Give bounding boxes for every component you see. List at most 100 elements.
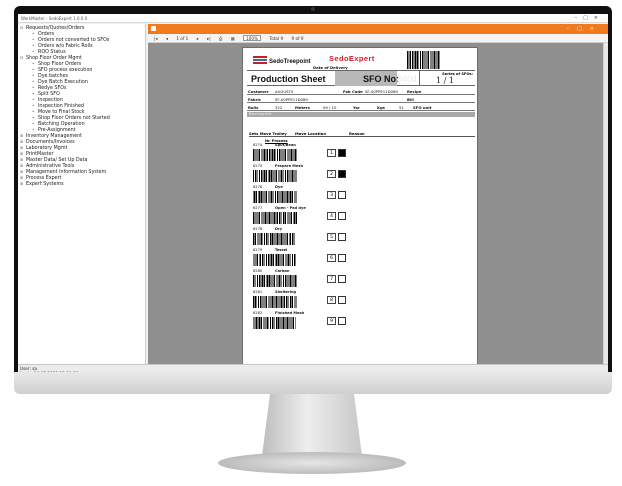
barcode-bar [289,233,290,245]
barcode-bar [285,170,286,182]
process-step: 6275 Prepare Mesh 2 [253,163,473,183]
barcode-bar [255,275,256,287]
first-page-button[interactable]: |◂ [154,36,158,41]
barcode-bar [272,170,273,182]
barcode-bar [407,51,409,69]
barcode-bar [269,212,271,224]
step-index-box: 6 [327,254,336,262]
prev-page-button[interactable]: ◂ [166,36,168,41]
zoom-select[interactable]: 100% [243,35,261,41]
barcode-bar [261,170,263,182]
step-number: 6276 [253,185,263,189]
barcode-bar [290,170,292,182]
step-checkbox[interactable] [338,317,346,325]
barcode-bar [282,149,284,161]
barcode-bar [266,233,268,245]
next-page-button[interactable]: ▸ [197,36,199,41]
step-name: Open - Pad dye [275,206,306,210]
barcode-bar [263,296,265,308]
barcode-bar [257,275,258,287]
barcode-bar [283,170,284,182]
barcode-bar [269,149,271,161]
barcode-bar [285,254,286,266]
brand-logo: SedoTreepoint [253,53,311,71]
barcode-bar [279,212,281,224]
window-controls[interactable]: –□× [575,14,604,23]
col-move: Move Location [295,131,327,136]
step-checkbox[interactable] [338,191,346,199]
barcode-bar [264,149,266,161]
barcode-bar [285,191,287,203]
sfo-value: 2404 [397,74,418,84]
recipe-label: Recipe [407,89,422,94]
customer-label: Customer [248,89,269,94]
barcode-bar [277,275,279,287]
barcode-bar [255,170,257,182]
barcode-bar [430,51,431,69]
barcode-bar [253,149,255,161]
barcode-bar [268,275,270,287]
barcode-bar [256,254,258,266]
step-checkbox[interactable] [338,233,346,241]
vertical-scrollbar[interactable] [603,43,608,364]
barcode-bar [281,170,283,182]
barcode-bar [287,275,288,287]
barcode-bar [262,191,263,203]
tree-item-label: Expert Systems [26,182,64,187]
process-step: 6282 Finished Mesh 9 [253,310,473,330]
brand-left: SedoTreepoint [269,59,311,65]
barcode-bar [273,191,274,203]
barcode-bar [288,254,290,266]
step-checkbox[interactable] [338,254,346,262]
step-name: Split/Bean [275,143,296,147]
barcode-bar [279,275,281,287]
step-barcode [253,296,297,308]
barcode-bar [294,296,295,308]
barcode-bar [270,275,271,287]
step-index-box: 9 [327,317,336,325]
barcode-bar [435,51,436,69]
step-checkbox[interactable] [338,149,346,157]
barcode-bar [270,170,272,182]
barcode-bar [283,275,284,287]
stage: WorkMaster - SedoExpert 1.0.0.0 –□× ⊟ Req… [0,0,622,486]
barcode-bar [284,212,286,224]
barcode-bar [294,212,295,224]
step-index-box: 3 [327,191,336,199]
step-checkbox[interactable] [338,296,346,304]
step-checkbox[interactable] [338,212,346,220]
barcode-bar [287,149,288,161]
barcode-bar [261,149,262,161]
tree-item[interactable]: ⊞ Expert Systems [20,181,143,187]
fabric-value: SF-00PPE11D089 [275,97,308,102]
last-page-button[interactable]: ▸| [207,36,211,41]
barcode-bar [256,212,258,224]
app-logo-icon [151,26,156,31]
step-number: 6279 [253,248,263,252]
barcode-bar [289,191,290,203]
barcode-bar [283,212,284,224]
barcode-bar [290,233,291,245]
print-icon[interactable]: ⎙ [219,36,222,41]
barcode-bar [282,317,284,329]
step-checkbox[interactable] [338,275,346,283]
barcode-bar [268,170,269,182]
barcode-bar [278,296,279,308]
barcode-bar [294,233,295,245]
barcode-bar [279,317,280,329]
barcode-bar [263,170,264,182]
export-icon[interactable]: ▦ [231,36,235,41]
barcode-bar [264,317,266,329]
of-total-label: 9 of 9 [291,36,304,41]
barcode-bar [293,212,294,224]
batching-info-bar: Batching Info [247,112,475,117]
barcode-bar [265,191,267,203]
barcode-bar [259,170,260,182]
barcode-bar [258,149,260,161]
barcode-bar [278,233,279,245]
report-window-controls[interactable]: –□× [567,24,602,34]
col-reason: Reason [349,131,365,136]
barcode-bar [275,191,276,203]
step-checkbox[interactable] [338,170,346,178]
barcode-bar [287,191,289,203]
